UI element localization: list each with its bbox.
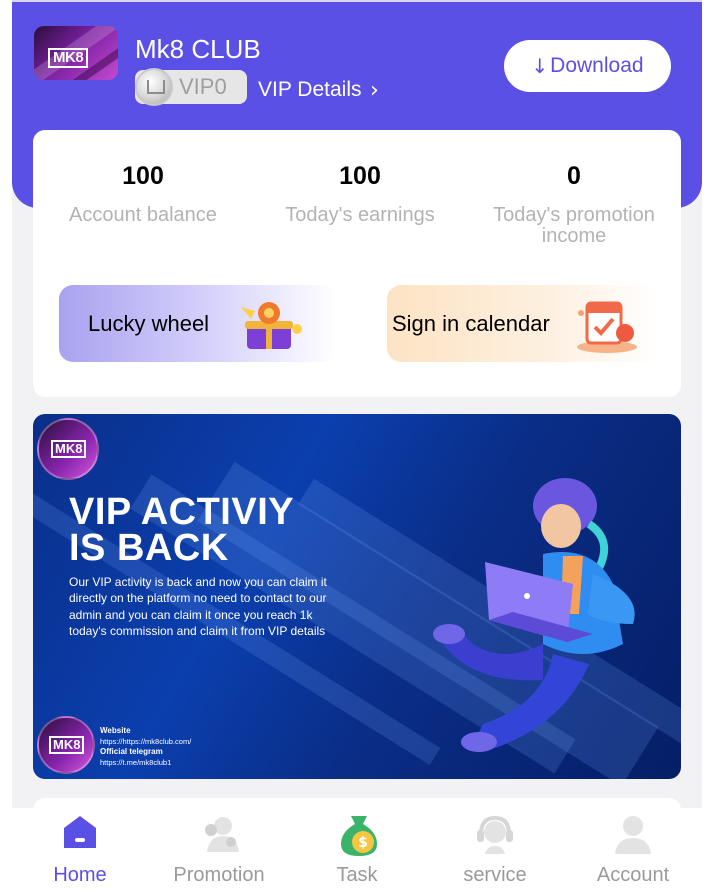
banner-body: Our VIP activity is back and now you can… — [69, 575, 327, 639]
nav-label: Home — [53, 864, 107, 886]
gift-box-icon — [241, 302, 302, 349]
nav-service[interactable]: service — [435, 808, 555, 890]
vip-details-link[interactable]: VIP Details — [258, 78, 362, 102]
stat-label: Account balance — [69, 204, 217, 226]
vip-level: VIP0 — [179, 74, 227, 99]
stat-account-balance: 100 Account balance — [43, 162, 243, 226]
app-screen: MK8 Mk8 CLUB VIP0 VIP Details › ↓ Downlo… — [12, 0, 702, 890]
nav-account[interactable]: Account — [573, 808, 693, 890]
download-label: Download — [550, 54, 644, 77]
money-bag-icon: $ — [341, 816, 377, 856]
nav-label: service — [463, 864, 527, 886]
stat-label: Today's promotion income — [493, 204, 655, 247]
stat-value: 0 — [567, 162, 581, 190]
banner-logo-text: MK8 — [51, 440, 87, 458]
telegram-url: https://t.me/mk8club1 — [100, 757, 172, 767]
stat-value: 100 — [339, 162, 381, 190]
calendar-icon — [577, 301, 637, 353]
nav-label: Account — [596, 864, 670, 886]
club-logo-text: MK8 — [48, 48, 89, 68]
svg-text:$: $ — [358, 835, 368, 851]
nav-label: Task — [336, 864, 378, 886]
illustration-person-with-laptop — [433, 478, 635, 752]
banner-contact: Website https://https://mk8club.com/ Off… — [100, 726, 191, 768]
user-icon — [615, 816, 651, 854]
top-border — [12, 0, 702, 2]
stat-label: Today's earnings — [285, 204, 435, 226]
download-button[interactable]: ↓ Download — [504, 40, 671, 92]
banner-logo-text: MK8 — [49, 736, 85, 754]
nav-label: Promotion — [173, 864, 265, 886]
website-url: https://https://mk8club.com/ — [100, 736, 192, 746]
stat-todays-earnings: 100 Today's earnings — [260, 162, 460, 226]
nav-task[interactable]: $ Task — [297, 808, 417, 890]
arrow-down-icon: ↓ — [531, 54, 549, 78]
chevron-right-icon[interactable]: › — [370, 78, 379, 103]
promotion-icon — [205, 817, 239, 852]
sign-in-calendar-button[interactable]: Sign in calendar — [387, 285, 657, 362]
home-icon — [64, 816, 96, 848]
lucky-wheel-label: Lucky wheel — [88, 311, 210, 336]
banner-headline-line1: VIP ACTIVIY — [69, 491, 295, 533]
club-logo: MK8 — [34, 26, 118, 80]
lucky-wheel-button[interactable]: Lucky wheel — [59, 285, 337, 362]
nav-promotion[interactable]: Promotion — [159, 808, 279, 890]
bottom-nav: Home Promotion $ Task service Account — [12, 808, 702, 890]
stat-value: 100 — [122, 162, 164, 190]
banner-headline-line2: IS BACK — [69, 527, 229, 569]
banner-logo-top: MK8 — [37, 418, 99, 480]
banner-logo-bottom: MK8 — [37, 716, 95, 774]
nav-home[interactable]: Home — [20, 808, 140, 890]
promo-banner[interactable]: MK8 VIP ACTIVIY IS BACK Our VIP activity… — [33, 414, 681, 779]
sign-in-calendar-label: Sign in calendar — [392, 311, 550, 336]
website-label: Website — [100, 726, 131, 735]
club-name: Mk8 CLUB — [135, 34, 261, 64]
banner-headline: VIP ACTIVIY IS BACK — [69, 491, 409, 569]
headset-icon — [477, 815, 513, 854]
telegram-label: Official telegram — [100, 747, 163, 756]
stat-promotion-income: 0 Today's promotion income — [474, 162, 674, 247]
balance-card: 100 Account balance 100 Today's earnings… — [33, 130, 681, 397]
crown-icon — [135, 68, 173, 106]
